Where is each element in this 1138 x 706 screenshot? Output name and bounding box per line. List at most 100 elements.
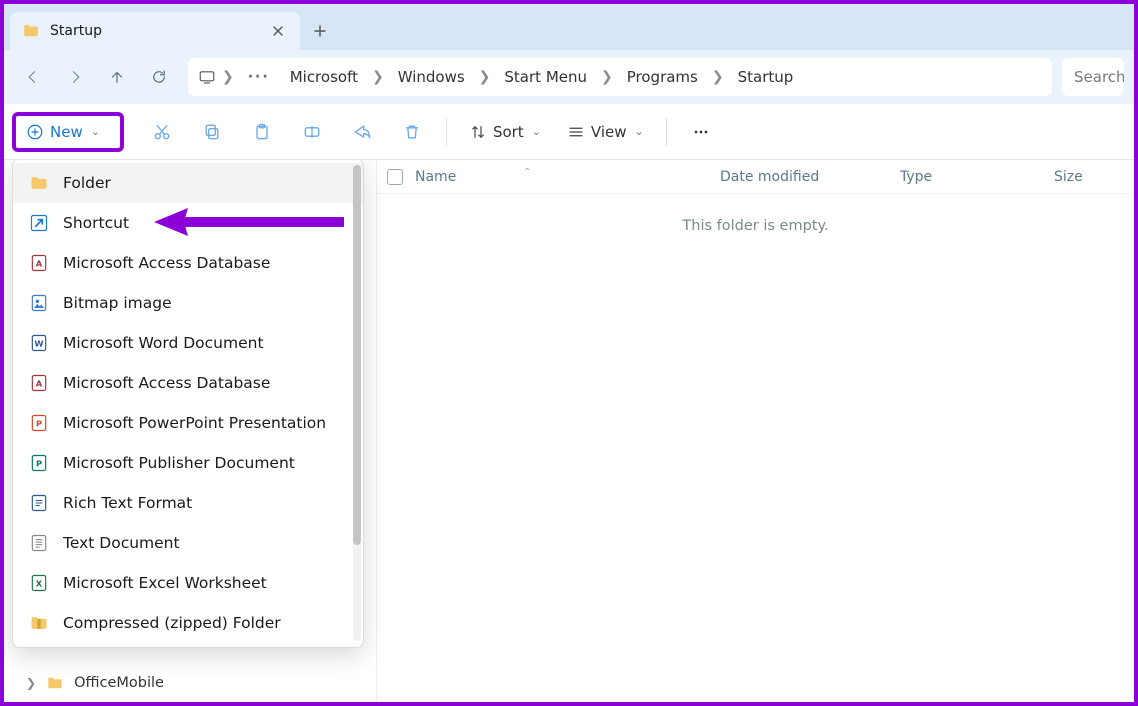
command-toolbar: New ⌄ Sort ⌄ View ⌄ <box>4 104 1134 160</box>
shortcut-icon <box>29 213 49 233</box>
column-headers: Name ⌃ Date modified Type Size <box>377 160 1134 194</box>
copy-button[interactable] <box>190 114 234 150</box>
chevron-down-icon: ⌄ <box>532 125 541 138</box>
new-menu-dropdown: Folder Shortcut A Microsoft Access Datab… <box>12 160 364 648</box>
search-input[interactable]: Search <box>1062 58 1124 96</box>
word-icon: W <box>29 333 49 353</box>
menu-item-label: Bitmap image <box>63 294 172 312</box>
breadcrumb-current[interactable]: Startup <box>730 64 802 90</box>
nav-up-button[interactable] <box>98 59 136 95</box>
menu-item-bitmap[interactable]: Bitmap image <box>13 283 363 323</box>
toolbar-separator <box>446 118 447 146</box>
svg-text:X: X <box>36 578 43 588</box>
sort-button[interactable]: Sort ⌄ <box>459 114 551 150</box>
menu-item-label: Microsoft Access Database <box>63 254 270 272</box>
dropdown-scroll-thumb[interactable] <box>353 165 361 545</box>
column-header-type[interactable]: Type <box>900 169 1054 185</box>
chevron-right-icon[interactable]: ❯ <box>26 676 36 690</box>
tree-item-label: OfficeMobile <box>74 675 164 691</box>
more-button[interactable] <box>679 114 723 150</box>
menu-item-label: Microsoft Excel Worksheet <box>63 574 267 592</box>
chevron-right-icon[interactable]: ❯ <box>477 69 493 85</box>
folder-icon <box>29 173 49 193</box>
zip-icon <box>29 613 49 633</box>
bitmap-icon <box>29 293 49 313</box>
column-header-date[interactable]: Date modified <box>720 169 900 185</box>
menu-item-folder[interactable]: Folder <box>13 163 363 203</box>
share-icon <box>352 122 372 142</box>
rename-button[interactable] <box>290 114 334 150</box>
title-bar: Startup <box>4 4 1134 50</box>
trash-icon <box>402 122 422 142</box>
svg-text:P: P <box>36 458 42 468</box>
breadcrumb-item[interactable]: Programs <box>619 64 706 90</box>
chevron-right-icon[interactable]: ❯ <box>220 69 236 85</box>
svg-text:A: A <box>36 258 43 268</box>
menu-item-access-alt[interactable]: A Microsoft Access Database <box>13 363 363 403</box>
nav-back-button[interactable] <box>14 59 52 95</box>
address-bar[interactable]: ❯ ··· Microsoft ❯ Windows ❯ Start Menu ❯… <box>188 58 1052 96</box>
toolbar-separator <box>666 118 667 146</box>
menu-item-label: Microsoft Publisher Document <box>63 454 295 472</box>
menu-item-label: Microsoft Word Document <box>63 334 264 352</box>
share-button[interactable] <box>340 114 384 150</box>
nav-forward-button[interactable] <box>56 59 94 95</box>
search-placeholder: Search <box>1074 68 1124 86</box>
view-button[interactable]: View ⌄ <box>557 114 654 150</box>
pc-icon <box>198 68 216 86</box>
dropdown-scrollbar[interactable] <box>353 165 361 641</box>
chevron-right-icon[interactable]: ❯ <box>370 69 386 85</box>
tab-close-button[interactable] <box>272 25 288 37</box>
copy-icon <box>202 122 222 142</box>
powerpoint-icon: P <box>29 413 49 433</box>
nav-tree-item[interactable]: ❯ OfficeMobile <box>4 666 374 702</box>
sort-label: Sort <box>493 123 524 141</box>
breadcrumb-item[interactable]: Microsoft <box>282 64 366 90</box>
empty-folder-message: This folder is empty. <box>377 194 1134 234</box>
menu-item-powerpoint[interactable]: P Microsoft PowerPoint Presentation <box>13 403 363 443</box>
paste-button[interactable] <box>240 114 284 150</box>
more-icon <box>691 122 711 142</box>
breadcrumb-overflow[interactable]: ··· <box>240 69 278 85</box>
cut-button[interactable] <box>140 114 184 150</box>
column-header-name[interactable]: Name ⌃ <box>413 169 720 185</box>
new-button-label: New <box>50 123 83 141</box>
column-header-size[interactable]: Size <box>1054 169 1134 185</box>
publisher-icon: P <box>29 453 49 473</box>
new-tab-button[interactable] <box>300 12 340 50</box>
chevron-right-icon[interactable]: ❯ <box>710 69 726 85</box>
window-tab[interactable]: Startup <box>10 12 300 50</box>
select-all-checkbox[interactable] <box>377 169 413 185</box>
menu-item-shortcut[interactable]: Shortcut <box>13 203 363 243</box>
chevron-down-icon: ⌄ <box>91 125 100 138</box>
nav-refresh-button[interactable] <box>140 59 178 95</box>
new-button[interactable]: New ⌄ <box>16 114 110 150</box>
view-icon <box>567 123 585 141</box>
svg-text:P: P <box>36 418 42 428</box>
rename-icon <box>302 122 322 142</box>
menu-item-zip[interactable]: Compressed (zipped) Folder <box>13 603 363 643</box>
menu-item-excel[interactable]: X Microsoft Excel Worksheet <box>13 563 363 603</box>
menu-item-word[interactable]: W Microsoft Word Document <box>13 323 363 363</box>
menu-item-label: Shortcut <box>63 214 129 232</box>
folder-icon <box>46 674 64 692</box>
menu-item-label: Text Document <box>63 534 180 552</box>
tab-title: Startup <box>50 23 262 39</box>
breadcrumb-item[interactable]: Windows <box>390 64 473 90</box>
menu-item-access[interactable]: A Microsoft Access Database <box>13 243 363 283</box>
menu-item-rtf[interactable]: Rich Text Format <box>13 483 363 523</box>
cut-icon <box>152 122 172 142</box>
menu-item-publisher[interactable]: P Microsoft Publisher Document <box>13 443 363 483</box>
excel-icon: X <box>29 573 49 593</box>
delete-button[interactable] <box>390 114 434 150</box>
sort-indicator-icon: ⌃ <box>523 167 531 178</box>
menu-item-label: Compressed (zipped) Folder <box>63 614 281 632</box>
menu-item-label: Microsoft Access Database <box>63 374 270 392</box>
view-label: View <box>591 123 627 141</box>
chevron-right-icon[interactable]: ❯ <box>599 69 615 85</box>
svg-text:W: W <box>34 338 43 348</box>
main-area: Folder Shortcut A Microsoft Access Datab… <box>4 160 1134 702</box>
rtf-icon <box>29 493 49 513</box>
breadcrumb-item[interactable]: Start Menu <box>496 64 595 90</box>
menu-item-text[interactable]: Text Document <box>13 523 363 563</box>
